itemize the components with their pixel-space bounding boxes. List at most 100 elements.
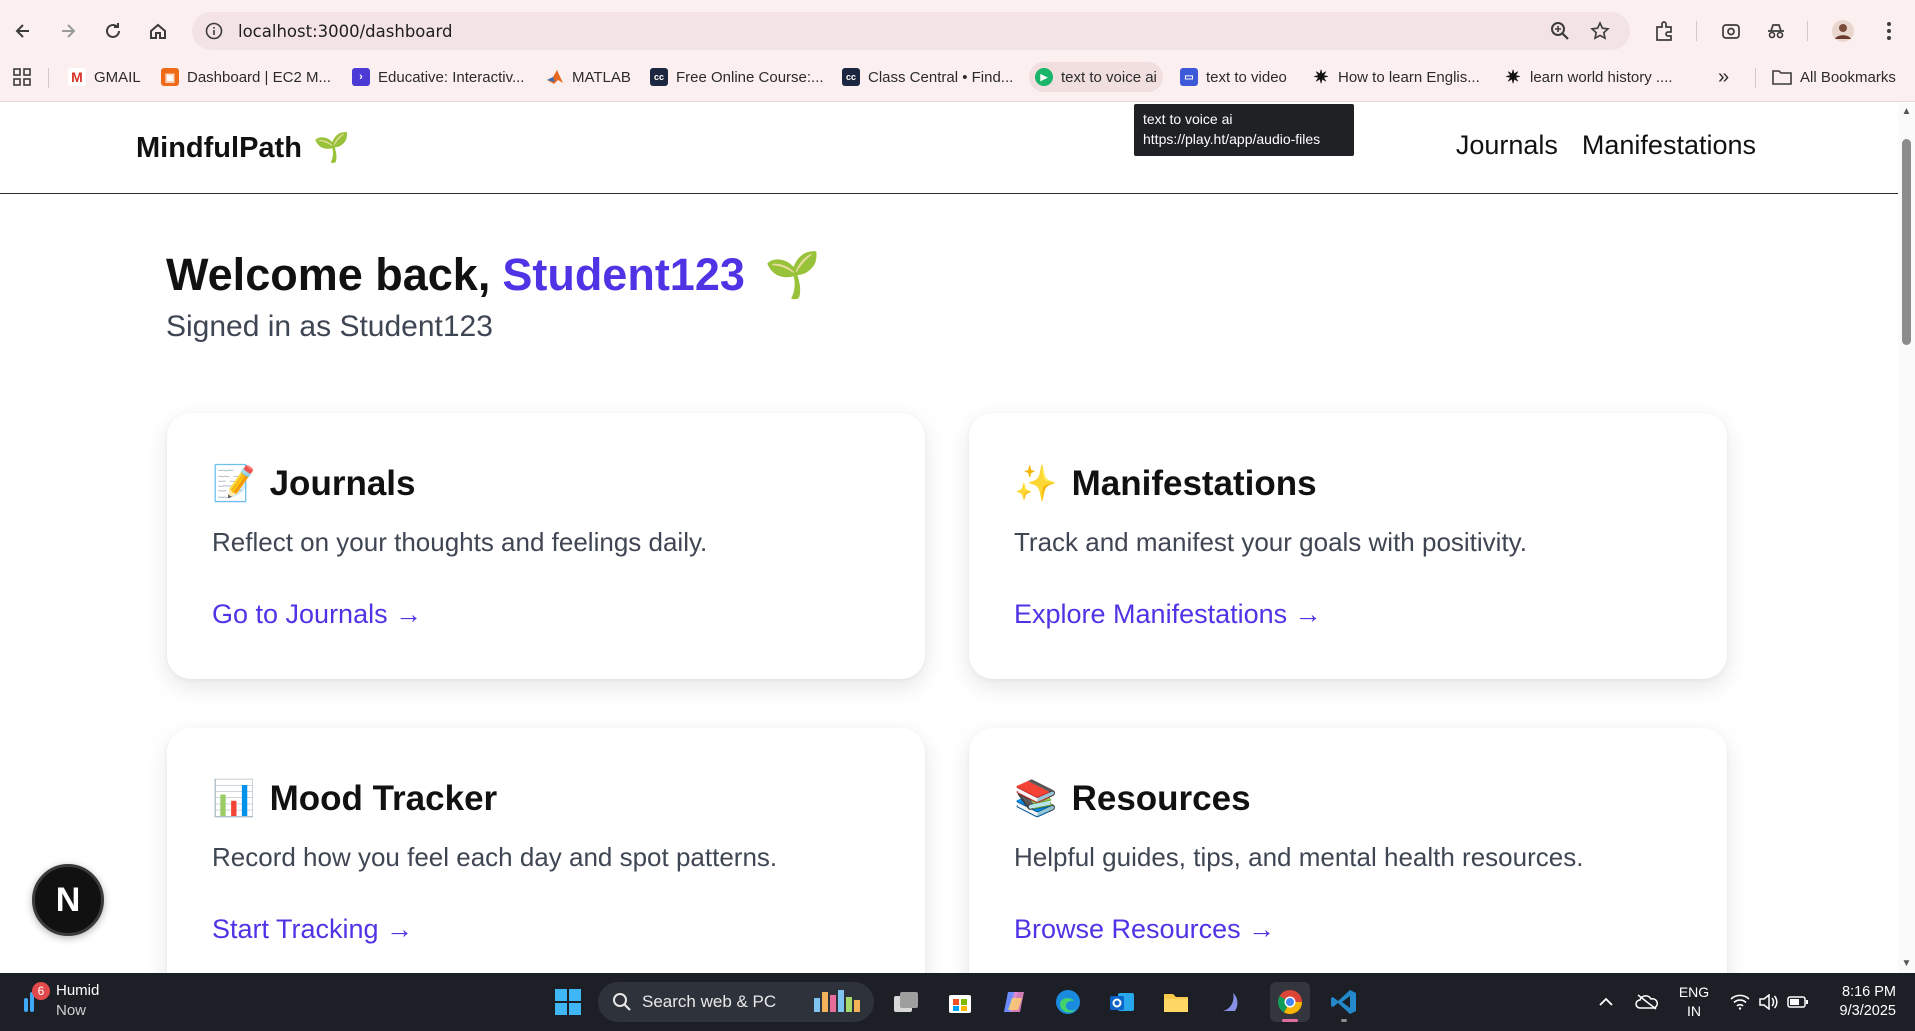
profile-avatar[interactable] <box>1826 14 1860 48</box>
address-bar[interactable]: localhost:3000/dashboard <box>192 12 1630 50</box>
vscode-app[interactable] <box>1324 982 1364 1022</box>
card-description: Track and manifest your goals with posit… <box>1014 527 1527 557</box>
browser-menu-icon[interactable] <box>1872 14 1906 48</box>
scroll-thumb[interactable] <box>1902 139 1911 345</box>
copilot-icon <box>1004 992 1024 1012</box>
bookmark-world-history[interactable]: ✷ learn world history .... <box>1498 62 1679 92</box>
card-resources: 📚 Resources Helpful guides, tips, and me… <box>969 728 1727 973</box>
outlook-app[interactable] <box>1102 982 1142 1022</box>
dolphin-icon <box>1223 993 1238 1011</box>
screenshot-icon[interactable] <box>1714 14 1748 48</box>
bookmark-label: text to video <box>1206 68 1287 86</box>
browser-chrome: localhost:3000/dashboard M GMAIL ▣ Dashb… <box>0 0 1915 102</box>
volume-icon[interactable] <box>1756 973 1780 1031</box>
brand-logo[interactable]: MindfulPath 🌱 <box>136 131 350 165</box>
nav-link-manifestations[interactable]: Manifestations <box>1582 130 1756 161</box>
bookmark-gmail[interactable]: M GMAIL <box>62 62 147 92</box>
bookmark-text-to-video[interactable]: ▭ text to video <box>1174 62 1293 92</box>
start-button[interactable] <box>548 982 588 1022</box>
card-manifestations: ✨ Manifestations Track and manifest your… <box>969 413 1727 679</box>
bookmark-class-central[interactable]: cc Class Central • Find... <box>836 62 1019 92</box>
bookmark-label: GMAIL <box>94 68 141 86</box>
bookmark-learn-english[interactable]: ✷ How to learn Englis... <box>1306 62 1486 92</box>
all-bookmarks-button[interactable]: All Bookmarks <box>1766 62 1902 92</box>
bookmark-aws-dashboard[interactable]: ▣ Dashboard | EC2 M... <box>155 62 337 92</box>
chrome-app[interactable] <box>1270 982 1310 1022</box>
incognito-icon[interactable] <box>1759 14 1793 48</box>
bookmark-matlab[interactable]: MATLAB <box>540 62 637 92</box>
nav-link-journals[interactable]: Journals <box>1456 130 1558 161</box>
page-scrollbar[interactable]: ▲ ▼ <box>1898 103 1915 973</box>
toolbar-divider <box>1807 21 1808 41</box>
bookmarks-divider <box>48 68 49 88</box>
sparkles-icon: ✨ <box>1014 464 1058 503</box>
browser-toolbar: localhost:3000/dashboard <box>0 8 1915 54</box>
back-button[interactable] <box>6 14 40 48</box>
books-icon: 📚 <box>1014 779 1058 818</box>
search-placeholder: Search web & PC <box>642 992 777 1011</box>
zoom-icon[interactable] <box>1548 19 1572 43</box>
explore-manifestations-link[interactable]: Explore Manifestations → <box>1014 599 1322 630</box>
wifi-icon[interactable] <box>1728 973 1752 1031</box>
site-info-icon[interactable] <box>202 19 226 43</box>
language-indicator[interactable]: ENG IN <box>1674 983 1714 1021</box>
welcome-greeting: Welcome back, <box>166 248 491 300</box>
vscode-icon <box>1331 990 1356 1014</box>
card-description: Record how you feel each day and spot pa… <box>212 842 778 872</box>
toolbar-divider <box>1696 21 1697 41</box>
arrow-left-icon <box>15 24 29 38</box>
edge-app[interactable] <box>1048 982 1088 1022</box>
reload-button[interactable] <box>96 14 130 48</box>
weather-sub: Now <box>56 1002 87 1019</box>
classcentral-icon: cc <box>842 68 860 86</box>
bookmark-free-online-course[interactable]: cc Free Online Course:... <box>644 62 830 92</box>
extensions-icon[interactable] <box>1647 14 1681 48</box>
bookmark-label: text to voice ai <box>1061 68 1157 86</box>
url-text[interactable]: localhost:3000/dashboard <box>238 22 452 41</box>
dolphin-app[interactable] <box>1210 982 1250 1022</box>
bookmark-label: Dashboard | EC2 M... <box>187 68 331 86</box>
store-app[interactable] <box>940 982 980 1022</box>
go-to-journals-link[interactable]: Go to Journals → <box>212 599 422 630</box>
forward-button[interactable] <box>51 14 85 48</box>
sprout-icon: 🌱 <box>764 249 821 300</box>
nextjs-dev-indicator[interactable]: N <box>32 864 104 936</box>
memo-icon: 📝 <box>212 464 256 503</box>
card-title: 📚 Resources <box>1014 778 1251 819</box>
weather-label: Humid <box>56 982 100 999</box>
onedrive-offline-icon[interactable] <box>1634 973 1660 1031</box>
file-explorer-app[interactable] <box>1156 982 1196 1022</box>
card-journals: 📝 Journals Reflect on your thoughts and … <box>167 413 925 679</box>
clock-date: 9/3/2025 <box>1839 1003 1896 1019</box>
apps-grid-button[interactable] <box>6 62 38 92</box>
scroll-up-icon[interactable]: ▲ <box>1901 106 1912 117</box>
copilot-app[interactable] <box>994 982 1034 1022</box>
bookmark-text-to-voice-ai[interactable]: ▶ text to voice ai <box>1029 62 1163 92</box>
tray-overflow-icon[interactable] <box>1594 973 1618 1031</box>
browse-resources-link[interactable]: Browse Resources → <box>1014 914 1275 945</box>
system-clock[interactable]: 8:16 PM 9/3/2025 <box>1818 983 1896 1021</box>
site-header: MindfulPath 🌱 Journals Manifestations <box>0 103 1898 194</box>
weather-icon: 6 <box>18 982 50 1016</box>
welcome-heading: Welcome back, Student123 🌱 <box>166 248 821 301</box>
notification-badge: 6 <box>32 982 50 1000</box>
home-button[interactable] <box>141 14 175 48</box>
weather-widget[interactable]: 6 Humid Now <box>18 981 99 1021</box>
main-nav: Journals Manifestations <box>1456 130 1756 161</box>
brand-name: MindfulPath <box>136 131 302 164</box>
bookmarks-overflow-button[interactable]: » <box>1712 62 1735 92</box>
task-view-button[interactable] <box>886 982 926 1022</box>
bookmark-educative[interactable]: › Educative: Interactiv... <box>346 62 530 92</box>
arrow-right-icon <box>62 24 76 38</box>
search-icon <box>613 993 631 1011</box>
home-icon <box>150 23 166 39</box>
all-bookmarks-label: All Bookmarks <box>1800 68 1896 86</box>
edge-icon <box>1056 990 1080 1014</box>
scroll-down-icon[interactable]: ▼ <box>1901 958 1912 969</box>
bookmark-star-icon[interactable] <box>1588 19 1612 43</box>
taskbar-search[interactable]: Search web & PC <box>598 982 874 1022</box>
card-description: Reflect on your thoughts and feelings da… <box>212 527 708 557</box>
battery-icon[interactable] <box>1786 973 1810 1031</box>
card-title-text: Manifestations <box>1071 463 1317 503</box>
start-tracking-link[interactable]: Start Tracking → <box>212 914 413 945</box>
